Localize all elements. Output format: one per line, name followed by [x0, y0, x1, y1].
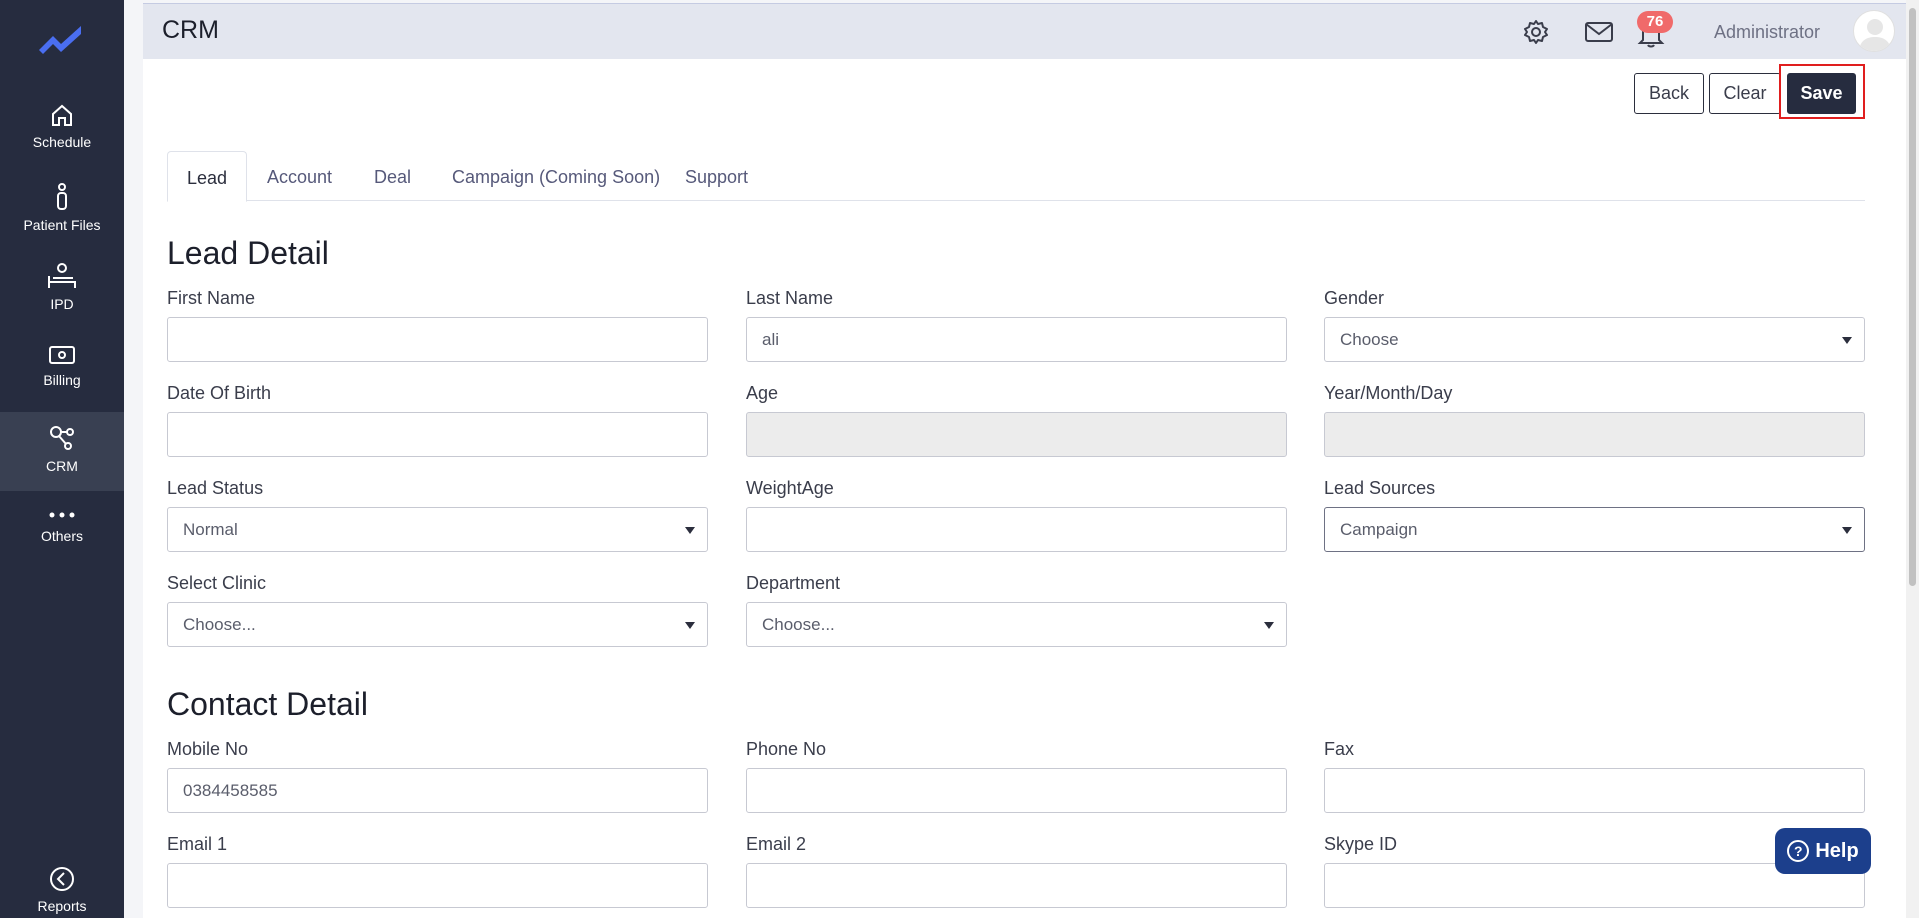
clinic-select[interactable]: Choose... — [167, 602, 708, 647]
mail-icon[interactable] — [1584, 18, 1614, 46]
gender-label: Gender — [1324, 288, 1385, 308]
more-dots-icon — [49, 512, 75, 518]
lead-sources-select[interactable]: Campaign — [1324, 507, 1865, 552]
dob-input[interactable] — [167, 412, 708, 457]
sidebar-item-label: Patient Files — [23, 217, 101, 233]
age-label: Age — [746, 383, 779, 403]
email-2-input[interactable] — [746, 863, 1287, 908]
tab-lead[interactable]: Lead — [167, 151, 248, 202]
save-button[interactable]: Save — [1787, 73, 1856, 114]
notification-count-badge: 76 — [1637, 11, 1673, 33]
sidebar-item-ipd[interactable]: IPD — [0, 262, 124, 322]
contact-detail-heading: Contact Detail — [167, 686, 368, 722]
share-nodes-icon — [50, 426, 74, 450]
sidebar-item-label: Reports — [37, 898, 87, 914]
tab-campaign[interactable]: Campaign (Coming Soon) — [433, 151, 679, 202]
email-1-label: Email 1 — [167, 834, 228, 854]
sidebar-item-billing[interactable]: Billing — [0, 344, 124, 400]
last-name-input[interactable]: ali — [746, 317, 1287, 362]
mobile-no-label: Mobile No — [167, 739, 249, 759]
lead-sources-label: Lead Sources — [1324, 478, 1436, 498]
question-circle-icon: ? — [1787, 840, 1810, 862]
weightage-input[interactable] — [746, 507, 1287, 552]
clear-button[interactable]: Clear — [1709, 73, 1781, 114]
chevron-left-circle-icon — [50, 867, 74, 891]
year-month-day-input — [1324, 412, 1865, 457]
page-title: CRM — [162, 16, 219, 44]
sidebar: Schedule Patient Files IPD Billing CRM O… — [0, 0, 124, 918]
last-name-label: Last Name — [746, 288, 834, 308]
lead-status-label: Lead Status — [167, 478, 264, 498]
logo-icon[interactable] — [37, 20, 87, 56]
sidebar-item-others[interactable]: Others — [0, 508, 124, 558]
help-label: Help — [1815, 839, 1859, 862]
avatar[interactable] — [1853, 10, 1895, 52]
age-input — [746, 412, 1287, 457]
scrollbar-thumb[interactable] — [1909, 8, 1916, 586]
first-name-label: First Name — [167, 288, 256, 308]
help-button[interactable]: ? Help — [1775, 828, 1871, 874]
gender-select[interactable]: Choose — [1324, 317, 1865, 362]
main-content: Back Clear Save Lead Account Deal Campai… — [143, 59, 1906, 918]
sidebar-item-label: Schedule — [32, 134, 92, 150]
mobile-no-input[interactable]: 0384458585 — [167, 768, 708, 813]
email-2-label: Email 2 — [746, 834, 807, 854]
sidebar-item-crm[interactable]: CRM — [0, 412, 124, 491]
tab-account[interactable]: Account — [248, 151, 351, 202]
tab-bar: Lead Account Deal Campaign (Coming Soon)… — [167, 151, 1865, 202]
fax-input[interactable] — [1324, 768, 1865, 813]
sidebar-item-label: IPD — [50, 296, 74, 312]
money-icon — [49, 346, 75, 364]
department-select[interactable]: Choose... — [746, 602, 1287, 647]
sidebar-item-label: Billing — [43, 372, 81, 388]
first-name-input[interactable] — [167, 317, 708, 362]
gear-icon[interactable] — [1522, 18, 1550, 46]
person-icon — [57, 183, 67, 210]
email-1-input[interactable] — [167, 863, 708, 908]
lead-detail-heading: Lead Detail — [167, 235, 329, 271]
weightage-label: WeightAge — [746, 478, 834, 498]
bed-icon — [48, 263, 76, 288]
tab-support[interactable]: Support — [666, 151, 767, 202]
sidebar-item-patient-files[interactable]: Patient Files — [0, 183, 124, 245]
user-name[interactable]: Administrator — [1714, 22, 1820, 43]
skype-id-label: Skype ID — [1324, 834, 1398, 854]
sidebar-item-schedule[interactable]: Schedule — [0, 102, 124, 162]
fax-label: Fax — [1324, 739, 1355, 759]
back-button[interactable]: Back — [1634, 73, 1704, 114]
select-clinic-label: Select Clinic — [167, 573, 267, 593]
phone-no-label: Phone No — [746, 739, 827, 759]
page-scrollbar[interactable] — [1906, 0, 1919, 918]
phone-no-input[interactable] — [746, 768, 1287, 813]
top-bar: CRM 76 Administrator — [143, 3, 1906, 59]
user-avatar-icon — [1859, 19, 1891, 51]
year-month-day-label: Year/Month/Day — [1324, 383, 1453, 403]
tab-deal[interactable]: Deal — [355, 151, 430, 202]
sidebar-item-label: CRM — [46, 458, 78, 474]
sidebar-item-label: Others — [40, 528, 83, 544]
lead-status-select[interactable]: Normal — [167, 507, 708, 552]
department-label: Department — [746, 573, 841, 593]
dob-label: Date Of Birth — [167, 383, 272, 403]
sidebar-item-reports[interactable]: Reports — [0, 866, 124, 918]
home-icon — [52, 104, 72, 126]
